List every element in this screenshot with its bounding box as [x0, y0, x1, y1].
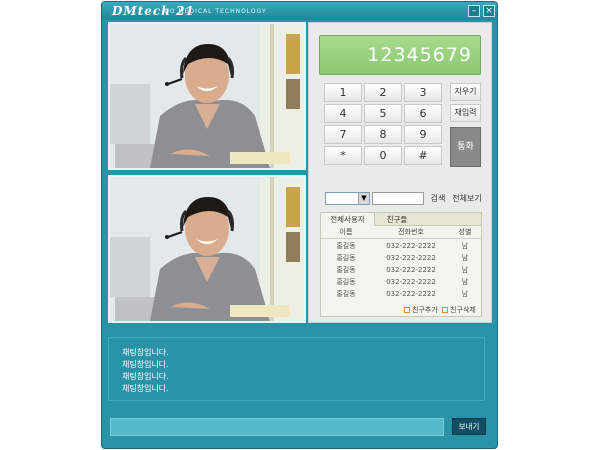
chat-message: 채팅창입니다. [122, 348, 169, 357]
column-header-gender: 성별 [458, 228, 472, 236]
key-4[interactable]: 4 [324, 104, 362, 123]
checkbox-icon [442, 307, 448, 313]
key-5[interactable]: 5 [364, 104, 402, 123]
table-row-gender[interactable]: 남 [453, 240, 477, 252]
minimize-icon[interactable]: – [468, 5, 480, 17]
send-button[interactable]: 보내기 [452, 418, 486, 435]
key-0[interactable]: 0 [364, 146, 402, 165]
delete-friend-label: 친구삭제 [450, 306, 476, 314]
key-hash[interactable]: # [404, 146, 442, 165]
table-row-phone[interactable]: 032-222-2222 [376, 252, 446, 264]
person-with-headset-image [110, 177, 304, 321]
table-row-name[interactable]: 홍길동 [326, 240, 366, 252]
table-row-gender[interactable]: 남 [453, 288, 477, 300]
person-with-headset-image [110, 24, 304, 168]
table-row-phone[interactable]: 032-222-2222 [376, 276, 446, 288]
key-2[interactable]: 2 [364, 83, 402, 102]
call-button[interactable]: 통화 [450, 127, 481, 167]
chat-log: 채팅창입니다. 채팅창입니다. 채팅창입니다. 채팅창입니다. [108, 337, 485, 401]
add-friend-button[interactable]: 친구추가 [404, 305, 438, 315]
chat-input[interactable] [110, 418, 444, 436]
app-tagline: BIO MEDICAL TECHNOLOGY [162, 8, 267, 15]
delete-button[interactable]: 지우기 [450, 83, 481, 101]
table-row-phone[interactable]: 032-222-2222 [376, 264, 446, 276]
tab-all-users[interactable]: 전체사용자 [321, 213, 375, 226]
chevron-down-icon[interactable]: ▼ [358, 193, 369, 204]
header-divider [321, 238, 481, 239]
key-3[interactable]: 3 [404, 83, 442, 102]
key-star[interactable]: * [324, 146, 362, 165]
search-category-select[interactable]: ▼ [325, 192, 370, 205]
search-input[interactable] [372, 192, 424, 205]
video-feed-remote [108, 22, 306, 170]
redial-button[interactable]: 재입력 [450, 104, 481, 122]
chat-message: 채팅창입니다. [122, 360, 169, 369]
table-row-gender[interactable]: 남 [453, 252, 477, 264]
table-row-name[interactable]: 홍길동 [326, 276, 366, 288]
table-row-name[interactable]: 홍길동 [326, 264, 366, 276]
dialer-panel: 12345679 1 2 3 4 5 6 7 8 9 * 0 # 지우기 재입력… [308, 22, 492, 323]
delete-friend-button[interactable]: 친구삭제 [442, 305, 476, 315]
tab-friends[interactable]: 친구들 [377, 213, 417, 226]
close-icon[interactable]: × [483, 5, 495, 17]
app-window: DMtech 21 BIO MEDICAL TECHNOLOGY – × 123… [101, 1, 498, 449]
table-row-gender[interactable]: 남 [453, 276, 477, 288]
key-1[interactable]: 1 [324, 83, 362, 102]
chat-message: 채팅창입니다. [122, 372, 169, 381]
key-8[interactable]: 8 [364, 125, 402, 144]
contacts-panel: 전체사용자 친구들 이름 전화번호 성별 홍길동 032-222-2222 남 … [320, 212, 482, 317]
checkbox-icon [404, 307, 410, 313]
video-feed-local [108, 175, 306, 323]
key-9[interactable]: 9 [404, 125, 442, 144]
column-header-phone: 전화번호 [398, 228, 424, 236]
column-header-name: 이름 [339, 228, 353, 236]
chat-message: 채팅창입니다. [122, 384, 169, 393]
table-row-phone[interactable]: 032-222-2222 [376, 240, 446, 252]
view-all-button[interactable]: 전체보기 [452, 191, 482, 206]
key-6[interactable]: 6 [404, 104, 442, 123]
table-row-phone[interactable]: 032-222-2222 [376, 288, 446, 300]
add-friend-label: 친구추가 [412, 306, 438, 314]
table-row-gender[interactable]: 남 [453, 264, 477, 276]
number-display: 12345679 [319, 35, 481, 75]
key-7[interactable]: 7 [324, 125, 362, 144]
search-button[interactable]: 검색 [428, 191, 448, 206]
table-row-name[interactable]: 홍길동 [326, 288, 366, 300]
contacts-tabs: 전체사용자 친구들 [321, 213, 481, 226]
table-row-name[interactable]: 홍길동 [326, 252, 366, 264]
title-bar[interactable]: DMtech 21 BIO MEDICAL TECHNOLOGY – × [102, 2, 497, 20]
